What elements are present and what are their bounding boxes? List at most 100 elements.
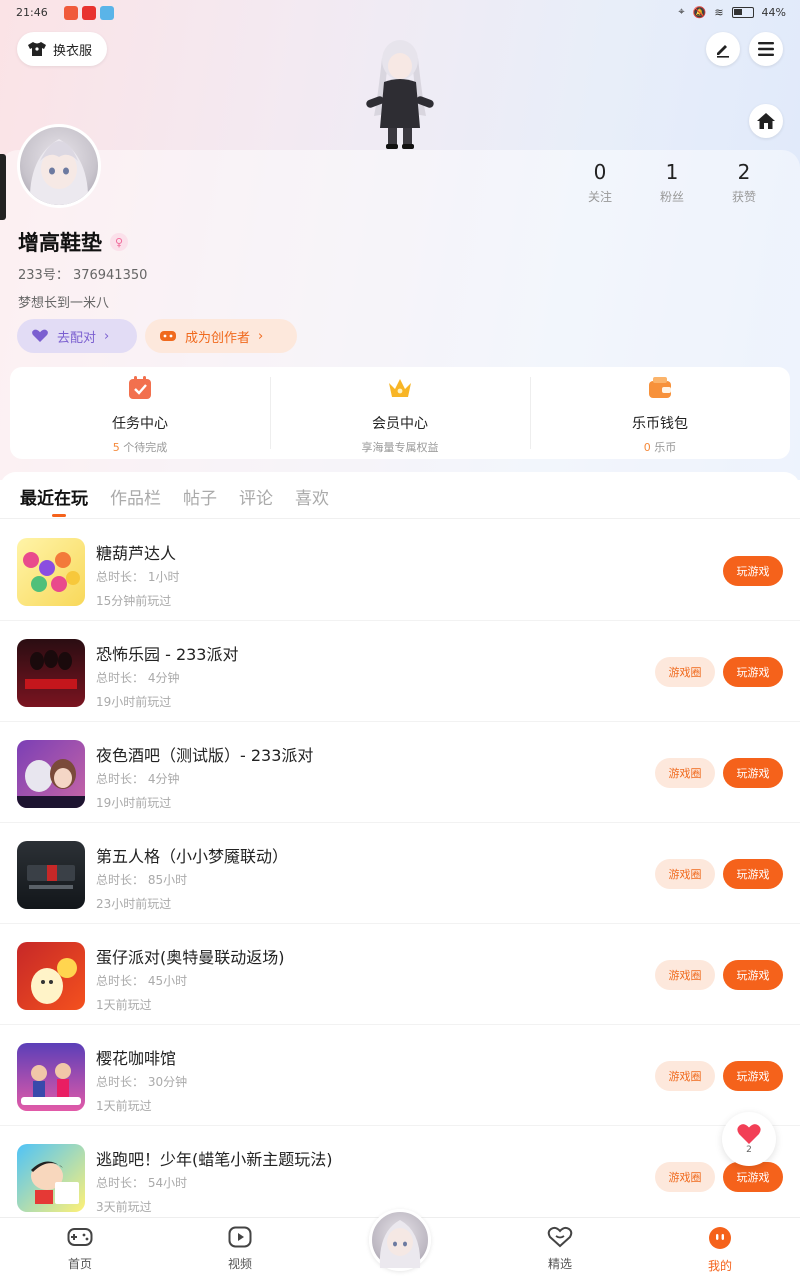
menu-icon (758, 42, 774, 56)
become-creator-button[interactable]: 成为创作者 › (145, 319, 297, 353)
task-sub-text: 个待完成 (123, 441, 168, 454)
play-game-button[interactable]: 玩游戏 (723, 657, 783, 687)
home-page-button[interactable] (749, 104, 783, 138)
bar-art (17, 759, 85, 808)
horror-art (25, 650, 77, 689)
avatar[interactable] (17, 124, 101, 208)
game-circle-button[interactable]: 游戏圈 (655, 657, 715, 687)
like-count: 2 (746, 1145, 752, 1155)
bottom-navigation: 首页 视频 精选 我的 (0, 1209, 800, 1280)
face-icon (709, 1227, 731, 1249)
play-game-button[interactable]: 玩游戏 (723, 960, 783, 990)
member-center[interactable]: 会员中心 享海量专属权益 (270, 367, 530, 459)
stat-likes[interactable]: 2 获赞 (708, 160, 780, 205)
play-game-button[interactable]: 玩游戏 (723, 1061, 783, 1091)
nav-home[interactable]: 首页 (40, 1226, 120, 1272)
tab-works[interactable]: 作品栏 (110, 484, 161, 509)
coin-wallet-sub: 0 乐币 (530, 439, 790, 455)
nav-mine[interactable]: 我的 (680, 1226, 760, 1274)
change-outfit-button[interactable]: 换衣服 (17, 32, 107, 66)
edit-profile-button[interactable] (706, 32, 740, 66)
status-time: 21:46 (16, 6, 48, 19)
play-game-button[interactable]: 玩游戏 (723, 859, 783, 889)
play-game-button[interactable]: 玩游戏 (723, 1162, 783, 1192)
user-id[interactable]: 233号： 376941350 (18, 264, 147, 283)
stat-followers[interactable]: 1 粉丝 (636, 160, 708, 205)
username: 增高鞋垫 (18, 231, 102, 255)
floating-like-button[interactable]: 2 (722, 1112, 776, 1166)
game-icon (17, 740, 85, 808)
game-circle-button[interactable]: 游戏圈 (655, 960, 715, 990)
chevron-right-icon: › (104, 328, 110, 344)
stat-value: 2 (737, 160, 751, 184)
task-center-title: 任务中心 (112, 416, 168, 432)
creator-label: 成为创作者 (185, 330, 251, 346)
play-icon (228, 1226, 252, 1248)
game-duration: 总时长： 1小时 (96, 570, 180, 584)
game-icon (17, 942, 85, 1010)
game-title: 逃跑吧！少年(蜡笔小新主题玩法) (96, 1150, 333, 1169)
change-outfit-label: 换衣服 (53, 43, 93, 59)
list-item[interactable]: 樱花咖啡馆 总时长： 30分钟 1天前玩过 游戏圈 玩游戏 (0, 1025, 800, 1126)
list-item[interactable]: 蛋仔派对(奥特曼联动返场) 总时长： 45小时 1天前玩过 游戏圈 玩游戏 (0, 924, 800, 1025)
game-circle-button[interactable]: 游戏圈 (655, 758, 715, 788)
avatar-portrait (29, 139, 89, 205)
nav-label: 视频 (227, 1257, 252, 1271)
play-game-button[interactable]: 玩游戏 (723, 556, 783, 586)
nav-label: 精选 (547, 1257, 572, 1271)
game-duration: 总时长： 4分钟 (96, 772, 180, 786)
game-circle-button[interactable]: 游戏圈 (655, 1061, 715, 1091)
match-button[interactable]: 去配对 › (17, 319, 137, 353)
gamepad-icon (67, 1228, 93, 1246)
game-circle-button[interactable]: 游戏圈 (655, 859, 715, 889)
task-center[interactable]: 任务中心 5 个待完成 (10, 367, 270, 459)
nav-avatar-center-button[interactable] (369, 1209, 431, 1271)
gamepad-icon (160, 331, 176, 341)
nav-featured[interactable]: 精选 (520, 1226, 600, 1272)
mute-icon: 🔕 (692, 5, 707, 19)
quick-links: 任务中心 5 个待完成 会员中心 享海量专属权益 乐币钱包 0 乐币 (10, 367, 790, 459)
crayon-shin-art (31, 1161, 79, 1204)
side-drawer-handle[interactable] (0, 154, 6, 220)
list-item[interactable]: 恐怖乐园 - 233派对 总时长： 4分钟 19小时前玩过 游戏圈 玩游戏 (0, 621, 800, 722)
game-duration: 总时长： 4分钟 (96, 671, 180, 685)
identity-v-art (27, 865, 75, 889)
nav-video[interactable]: 视频 (200, 1226, 280, 1272)
nav-label: 我的 (707, 1259, 732, 1273)
task-center-sub: 5 个待完成 (10, 439, 270, 455)
tab-recently-played[interactable]: 最近在玩 (20, 484, 88, 517)
game-icon (17, 538, 85, 606)
shirt-icon (28, 42, 46, 56)
app-notification-icon (64, 6, 78, 20)
game-circle-button[interactable]: 游戏圈 (655, 1162, 715, 1192)
house-icon (757, 113, 775, 129)
tab-posts[interactable]: 帖子 (183, 484, 217, 509)
status-bar: 21:46 ⌖ 🔕 ≋ 44% (0, 0, 800, 26)
calendar-check-icon (129, 376, 151, 399)
member-center-sub: 享海量专属权益 (361, 441, 439, 454)
pencil-icon (717, 45, 729, 58)
game-icon (17, 639, 85, 707)
play-game-button[interactable]: 玩游戏 (723, 758, 783, 788)
chevron-right-icon: › (258, 328, 264, 344)
list-item[interactable]: 糖葫芦达人 总时长： 1小时 15分钟前玩过 玩游戏 (0, 520, 800, 621)
coin-wallet[interactable]: 乐币钱包 0 乐币 (530, 367, 790, 459)
list-item[interactable]: 夜色酒吧（测试版）- 233派对 总时长： 4分钟 19小时前玩过 游戏圈 玩游… (0, 722, 800, 823)
notification-icons (64, 6, 114, 20)
stat-label: 粉丝 (659, 190, 684, 204)
game-title: 樱花咖啡馆 (96, 1049, 177, 1068)
tab-likes[interactable]: 喜欢 (295, 484, 329, 509)
game-icon (17, 1043, 85, 1111)
stat-label: 关注 (587, 190, 612, 204)
menu-button[interactable] (749, 32, 783, 66)
game-duration: 总时长： 85小时 (96, 873, 188, 887)
avatar-3d-figure[interactable] (360, 36, 440, 151)
game-title: 夜色酒吧（测试版）- 233派对 (96, 746, 314, 765)
stat-following[interactable]: 0 关注 (564, 160, 636, 205)
game-last-played: 3天前玩过 (96, 1200, 152, 1214)
user-bio: 梦想长到一米八 (18, 296, 110, 311)
status-right: ⌖ 🔕 ≋ 44% (678, 5, 786, 19)
tab-comments[interactable]: 评论 (239, 484, 273, 509)
list-item[interactable]: 第五人格（小小梦魇联动） 总时长： 85小时 23小时前玩过 游戏圈 玩游戏 (0, 823, 800, 924)
wifi-icon: ≋ (714, 5, 724, 19)
